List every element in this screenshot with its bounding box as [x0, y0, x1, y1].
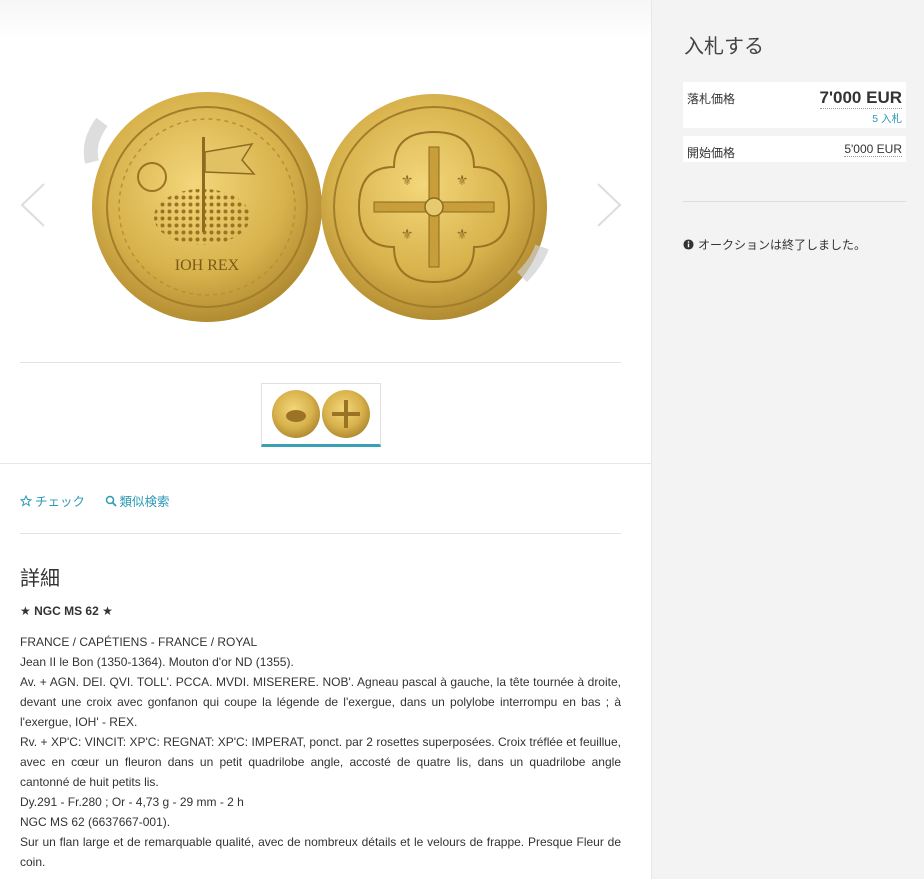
coin-main-image[interactable]: IOH REX ⚜ ⚜ ⚜ ⚜ — [82, 82, 562, 332]
similar-search-label: 類似検索 — [119, 495, 170, 509]
desc-line: Dy.291 - Fr.280 ; Or - 4,73 g - 29 mm - … — [20, 795, 244, 809]
hammer-price-box: 落札価格 7'000 EUR 5 入札 — [683, 82, 906, 128]
coin-obverse: IOH REX — [83, 92, 322, 322]
hammer-price-label: 落札価格 — [687, 92, 736, 106]
start-price-label: 開始価格 — [687, 146, 736, 160]
chevron-right-icon[interactable] — [594, 180, 624, 230]
start-price-box: 開始価格 5'000 EUR — [683, 136, 906, 162]
info-icon — [683, 239, 694, 250]
lot-description: FRANCE / CAPÉTIENS - FRANCE / ROYAL Jean… — [20, 632, 621, 872]
chevron-left-icon[interactable] — [18, 180, 48, 230]
bid-panel: 入札する 落札価格 7'000 EUR 5 入札 開始価格 5'000 EUR … — [651, 0, 924, 879]
gallery-divider — [20, 362, 621, 363]
bid-heading: 入札する — [684, 36, 764, 58]
actions-divider — [20, 533, 621, 534]
search-icon — [105, 495, 117, 507]
desc-line: Sur un flan large et de remarquable qual… — [20, 835, 621, 869]
check-label: チェック — [35, 495, 86, 509]
lot-main-column: IOH REX ⚜ ⚜ ⚜ ⚜ チェック 類似検索 詳細 ★ NGC MS 62… — [0, 0, 651, 879]
svg-text:⚜: ⚜ — [401, 226, 414, 242]
coin-thumbnail[interactable] — [261, 383, 381, 447]
desc-line: Rv. + XP'C: VINCIT: XP'C: REGNAT: XP'C: … — [20, 735, 621, 789]
svg-text:⚜: ⚜ — [456, 226, 469, 242]
desc-line: FRANCE / CAPÉTIENS - FRANCE / ROYAL — [20, 635, 258, 649]
desc-line: Jean II le Bon (1350-1364). Mouton d'or … — [20, 655, 294, 669]
auction-status-text: オークションは終了しました。 — [698, 238, 867, 252]
star-outline-icon — [20, 494, 32, 507]
details-heading: 詳細 — [20, 568, 60, 590]
lot-actions: チェック 類似検索 — [20, 491, 186, 510]
bid-panel-divider — [683, 201, 906, 202]
svg-text:⚜: ⚜ — [456, 172, 469, 188]
svg-text:IOH REX: IOH REX — [175, 257, 240, 274]
desc-line: Av. + AGN. DEI. QVI. TOLL'. PCCA. MVDI. … — [20, 675, 621, 729]
similar-search-button[interactable]: 類似検索 — [105, 491, 170, 510]
bid-count-link[interactable]: 5 入札 — [872, 111, 902, 126]
hammer-price-value[interactable]: 7'000 EUR — [819, 88, 902, 109]
coin-reverse: ⚜ ⚜ ⚜ ⚜ — [321, 94, 549, 320]
auction-status: オークションは終了しました。 — [683, 236, 866, 253]
desc-line: NGC MS 62 (6637667-001). — [20, 815, 171, 829]
check-button[interactable]: チェック — [20, 491, 85, 510]
start-price-value[interactable]: 5'000 EUR — [844, 142, 902, 157]
svg-text:⚜: ⚜ — [401, 172, 414, 188]
grade-line: ★ NGC MS 62 ★ — [20, 604, 113, 618]
image-gallery: IOH REX ⚜ ⚜ ⚜ ⚜ — [0, 0, 651, 464]
